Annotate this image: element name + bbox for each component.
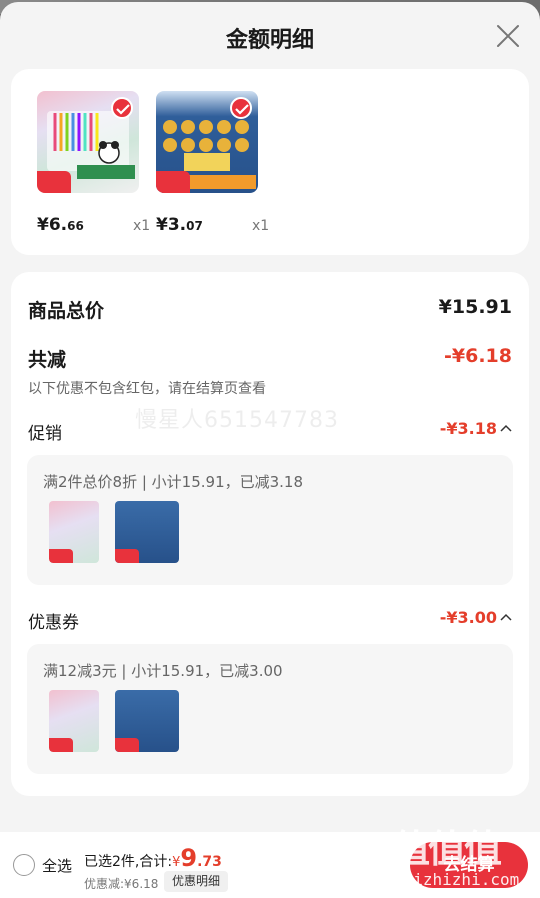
promotion-amount: -¥3.18	[439, 419, 497, 438]
total-price-value: ¥15.91	[438, 296, 512, 318]
coupon-label: 优惠券	[28, 613, 79, 633]
promotion-desc: 满2件总价8折 | 小计15.91，已减3.18	[43, 473, 304, 491]
discount-note: 以下优惠不包含红包，请在结算页查看	[28, 381, 266, 397]
total-amount-decimal: .73	[197, 854, 222, 870]
total-amount-integer: 9	[180, 844, 198, 872]
promotion-label: 促销	[28, 424, 62, 444]
selected-count-text: 已选2件,合计:	[84, 854, 173, 870]
product-thumbnail[interactable]	[37, 91, 139, 193]
chevron-up-icon	[500, 424, 512, 432]
free-shipping-tag	[115, 738, 139, 752]
products-card: ¥6.66 x1 ¥3.07 x1	[11, 69, 529, 255]
selected-check-icon	[111, 97, 133, 119]
select-all-radio[interactable]	[13, 854, 35, 876]
product-mini-thumbnail	[49, 501, 99, 563]
total-discount-label: 共减	[28, 349, 67, 371]
product-mini-thumbnail	[49, 690, 99, 752]
free-shipping-tag	[49, 738, 73, 752]
currency-symbol: ¥	[172, 855, 181, 870]
selected-check-icon	[230, 97, 252, 119]
total-discount-value: -¥6.18	[444, 345, 512, 367]
product-mini-thumbnail	[115, 690, 179, 752]
coupon-amount: -¥3.00	[439, 608, 497, 627]
close-icon	[497, 25, 519, 47]
price-detail-card: 商品总价 ¥15.91 共减 -¥6.18 以下优惠不包含红包，请在结算页查看 …	[11, 272, 529, 796]
checkout-bar: 全选 已选2件,合计: ¥ 9 .73 优惠减:¥6.18 优惠明细 去结算	[0, 832, 540, 898]
product-quantity: x1	[133, 218, 151, 234]
promotion-value[interactable]: -¥3.18	[440, 419, 512, 438]
select-all-label[interactable]: 全选	[42, 855, 72, 876]
chevron-up-icon	[500, 613, 512, 621]
coupon-row[interactable]: 优惠券 -¥3.00	[28, 608, 512, 633]
product-thumbnail[interactable]	[156, 91, 258, 193]
sheet-header: 金额明细	[0, 2, 540, 70]
coupon-desc: 满12减3元 | 小计15.91，已减3.00	[43, 662, 283, 680]
free-shipping-tag	[115, 549, 139, 563]
close-button[interactable]	[496, 24, 520, 48]
coupon-detail-box: 满12减3元 | 小计15.91，已减3.00	[27, 644, 513, 774]
free-shipping-tag	[49, 549, 73, 563]
promotion-detail-box: 满2件总价8折 | 小计15.91，已减3.18	[27, 455, 513, 585]
total-price-row: 商品总价 ¥15.91	[28, 296, 512, 323]
discount-summary: 优惠减:¥6.18	[84, 877, 159, 891]
checkout-button[interactable]: 去结算	[410, 842, 528, 888]
product-mini-thumbnail	[115, 501, 179, 563]
user-watermark: 慢星人651547783	[135, 408, 339, 433]
product-price: ¥6.66	[37, 215, 84, 235]
sheet-title: 金额明细	[225, 28, 314, 53]
discount-detail-button[interactable]: 优惠明细	[164, 871, 229, 892]
product-price: ¥3.07	[156, 215, 203, 235]
selection-summary: 已选2件,合计: ¥ 9 .73	[84, 844, 222, 872]
product-quantity: x1	[252, 218, 270, 234]
amount-detail-sheet: 金额明细 ¥6.66 x1 ¥3.07 x1 商品总价 ¥15.91 共减 -¥…	[0, 2, 540, 898]
free-shipping-tag	[37, 171, 71, 193]
total-discount-row: 共减 -¥6.18	[28, 345, 512, 372]
total-price-label: 商品总价	[28, 300, 105, 322]
coupon-value[interactable]: -¥3.00	[440, 608, 512, 627]
free-shipping-tag	[156, 171, 190, 193]
